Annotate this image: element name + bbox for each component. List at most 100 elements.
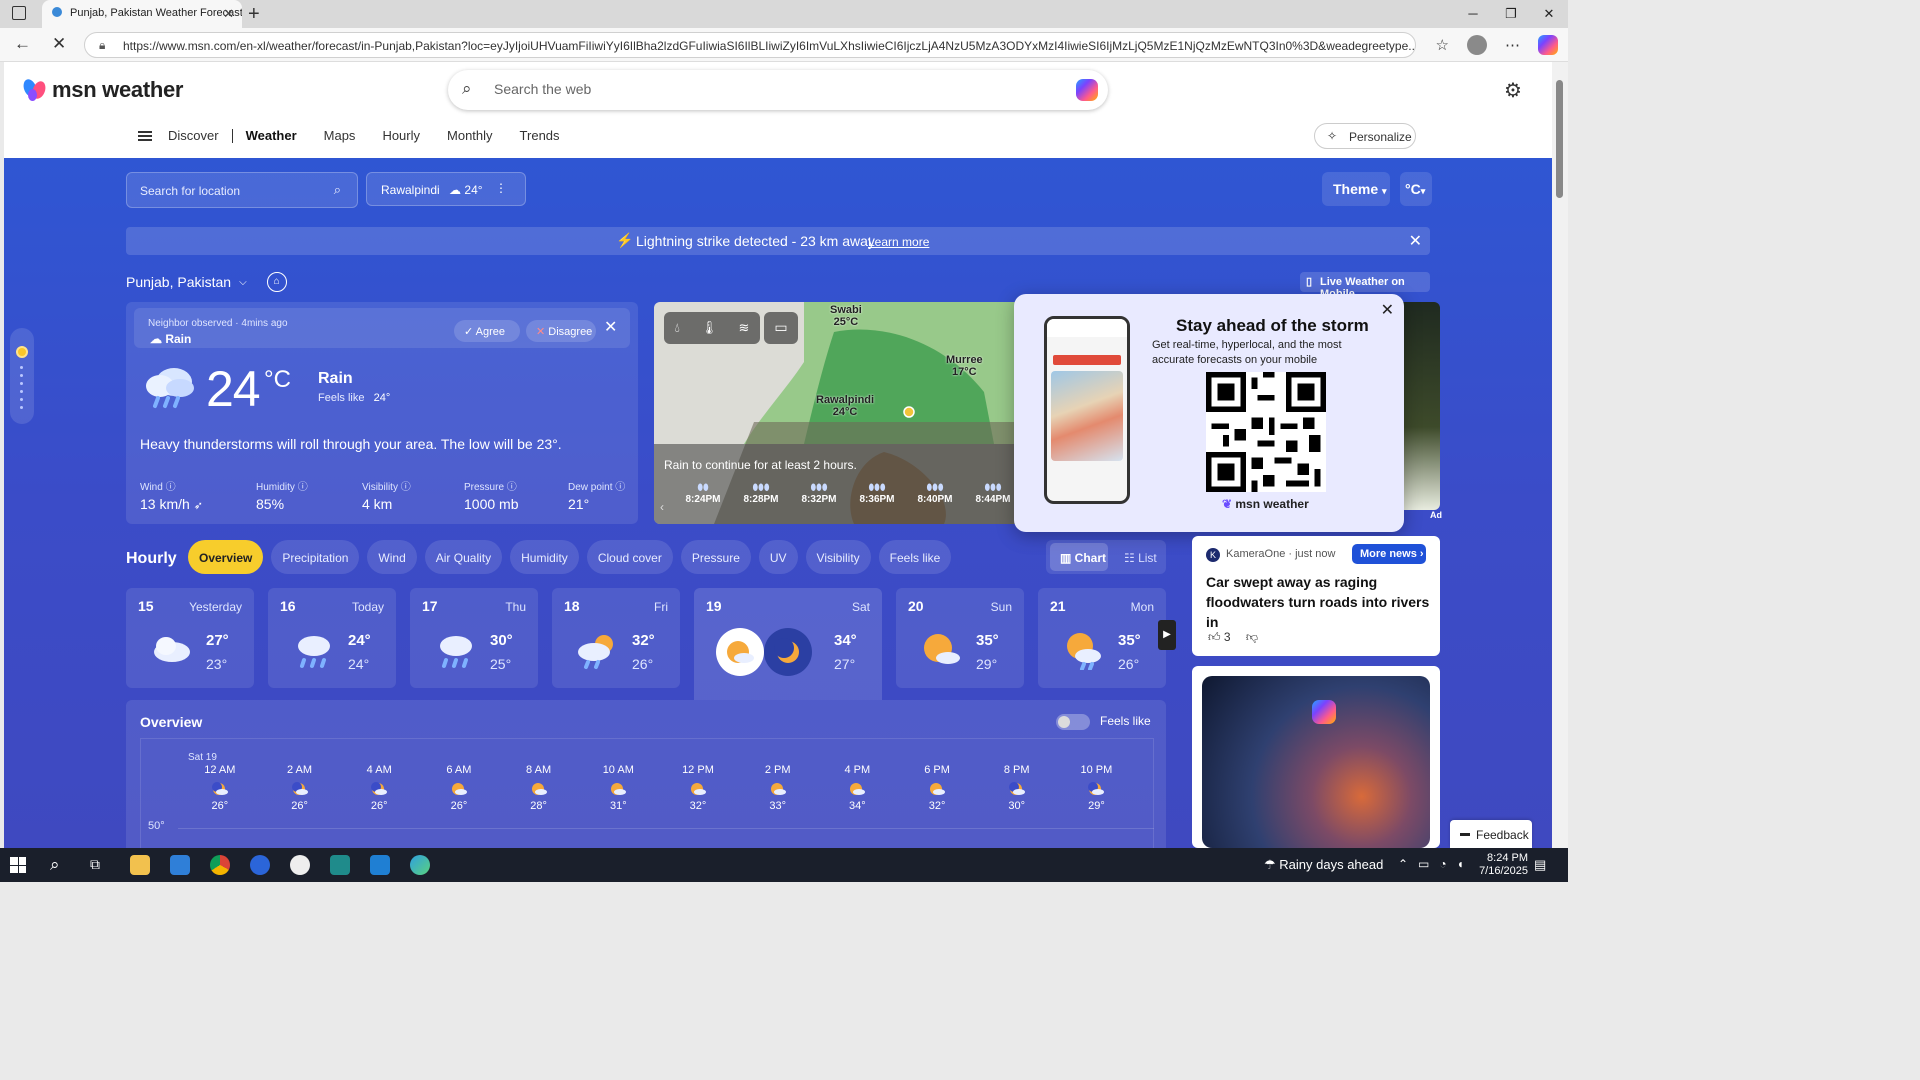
chrome-icon[interactable] [210,855,230,875]
personalize-button[interactable]: ✧ Personalize [1314,123,1416,149]
news-card[interactable]: K KameraOne · just now More news › Car s… [1192,536,1440,656]
more-news-button[interactable]: More news › [1352,544,1426,564]
copilot-icon[interactable] [1538,35,1558,55]
settings-gear-icon[interactable]: ⚙ [1504,78,1522,103]
map-comment-icon[interactable]: ▭ [764,312,798,344]
tab-visibility[interactable]: Visibility [805,540,871,574]
stop-loading-icon[interactable]: ✕ [52,34,66,54]
feedback-button[interactable]: ▬ Feedback [1450,820,1532,848]
restore-icon[interactable]: ❐ [1492,0,1530,28]
location-search-input[interactable]: Search for location ⌕ [126,172,358,208]
thumbs-down-icon[interactable]: 👎︎ [1246,630,1258,644]
map-time[interactable]: 8:32PM [790,494,848,505]
stat-pressure[interactable]: Pressure ⓘ 1000 mb [464,478,518,512]
stat-visibility[interactable]: Visibility ⓘ 4 km [362,478,411,512]
theme-dropdown[interactable]: Theme ▾ [1322,172,1390,206]
day-card[interactable]: 17 Thu 30° 25° [410,588,538,688]
tab-air-quality[interactable]: Air Quality [424,540,503,574]
nav-maps[interactable]: Maps [324,128,356,143]
map-city-swabi[interactable]: Swabi 25°C [830,304,862,328]
copilot-search-icon[interactable] [1076,79,1098,101]
taskbar-weather[interactable]: ☂ Rainy days ahead [1264,857,1383,873]
location-options-icon[interactable]: ⋮ [495,181,507,195]
nav-trends[interactable]: Trends [520,128,560,143]
vscode-icon[interactable] [370,855,390,875]
chart-view-button[interactable]: ▥ Chart [1050,543,1108,571]
qr-code[interactable] [1206,372,1326,492]
popup-close-icon[interactable]: ✕ [1381,300,1394,320]
web-search-box[interactable]: ⌕ Search the web [448,70,1108,110]
map-time[interactable]: 8:24PM [674,494,732,505]
weather-radar-map[interactable]: 💧︎ 🌡︎ ≋ ▭ Swabi 25°C Murree 17°C Rawalpind… [654,302,1026,524]
disagree-button[interactable]: ✕ Disagree [526,320,596,342]
tab-pressure[interactable]: Pressure [680,540,751,574]
tab-uv[interactable]: UV [758,540,798,574]
neighbor-close-icon[interactable]: ✕ [604,317,617,337]
stat-humidity[interactable]: Humidity ⓘ 85% [256,478,308,512]
nav-monthly[interactable]: Monthly [447,128,493,143]
tab-feels-like[interactable]: Feels like [878,540,952,574]
nav-weather[interactable]: Weather [246,128,297,143]
map-time[interactable]: 8:28PM [732,494,790,505]
tab-overview[interactable]: Overview [188,540,264,574]
day-card[interactable]: 15 Yesterday 27° 23° [126,588,254,688]
thumbs-up-icon[interactable]: 👍︎ [1208,630,1221,644]
agree-button[interactable]: ✓ Agree [454,320,520,342]
profile-avatar[interactable] [1467,35,1487,55]
minimize-icon[interactable]: ─ [1454,0,1492,28]
home-icon[interactable]: ⌂ [266,272,287,292]
task-view-icon[interactable]: ⧉ [90,856,100,873]
system-tray[interactable]: ⌃▭◔◖ [1398,857,1474,871]
notifications-icon[interactable]: ▤ [1534,857,1546,873]
store-icon[interactable] [170,855,190,875]
taskbar-clock[interactable]: 8:24 PM 7/16/2025 [1468,852,1528,878]
day-card[interactable]: 21 Mon 35° 26° [1038,588,1166,688]
edge-icon[interactable] [410,855,430,875]
feels-like-toggle[interactable] [1056,714,1090,730]
map-time[interactable]: 8:36PM [848,494,906,505]
search-icon[interactable]: ⌕ [50,855,60,875]
alert-close-icon[interactable]: ✕ [1409,231,1422,251]
location-search-icon[interactable]: ⌕ [334,182,341,198]
site-info-icon[interactable]: 🔒︎ [99,38,105,53]
map-city-murree[interactable]: Murree 17°C [946,354,983,378]
day-card[interactable]: 20 Sun 35° 29° [896,588,1024,688]
browser-tab[interactable]: Punjab, Pakistan Weather Forecast ✕ [42,0,242,28]
tab-close-icon[interactable]: ✕ [223,6,234,22]
tab-wind[interactable]: Wind [367,540,417,574]
stat-wind[interactable]: Wind ⓘ 13 km/h ➶ [140,478,203,512]
list-view-button[interactable]: ☷ List [1124,551,1157,565]
map-city-rawalpindi[interactable]: Rawalpindi 24°C [816,394,874,418]
back-icon[interactable]: ← [14,34,31,54]
precipitation-layer-icon[interactable]: 💧︎ [675,320,680,336]
day-card-selected[interactable]: 19 Sat 34° 27° [694,588,882,700]
file-explorer-icon[interactable] [130,855,150,875]
live-weather-mobile-link[interactable]: ▯ Live Weather on Mobile [1300,272,1430,300]
app-icon[interactable] [330,855,350,875]
tab-actions-icon[interactable] [12,6,26,20]
tab-humidity[interactable]: Humidity [510,540,579,574]
windows-start-icon[interactable] [10,857,26,873]
promo-image-card[interactable] [1192,666,1440,848]
next-days-icon[interactable]: ▶ [1158,620,1176,650]
url-bar[interactable]: 🔒︎ https://www.msn.com/en-xl/weather/for… [84,32,1416,58]
saved-location-chip[interactable]: Rawalpindi ☁ 24° ⋮ [366,172,526,206]
hamburger-menu-icon[interactable] [138,129,152,143]
more-icon[interactable]: ⋯ [1505,36,1520,54]
tab-precipitation[interactable]: Precipitation [271,540,360,574]
favorites-icon[interactable]: ☆ [1436,36,1449,54]
tab-cloud-cover[interactable]: Cloud cover [586,540,673,574]
day-card[interactable]: 16 Today 24° 24° [268,588,396,688]
map-time[interactable]: 8:40PM [906,494,964,505]
region-selector[interactable]: Punjab, Pakistan ⌵ ⌂ [126,272,287,292]
page-scrollbar[interactable] [1552,62,1568,848]
unit-dropdown[interactable]: °C▾ [1400,172,1432,206]
nav-hourly[interactable]: Hourly [382,128,420,143]
msn-logo[interactable]: msn weather [21,77,184,103]
temperature-layer-icon[interactable]: 🌡︎ [701,320,718,336]
day-card[interactable]: 18 Fri 32° 26° [552,588,680,688]
stat-dew-point[interactable]: Dew point ⓘ 21° [568,478,625,512]
wind-layer-icon[interactable]: ≋ [739,320,750,336]
news-headline[interactable]: Car swept away as raging floodwaters tur… [1206,572,1430,632]
side-timeline[interactable] [10,328,34,424]
